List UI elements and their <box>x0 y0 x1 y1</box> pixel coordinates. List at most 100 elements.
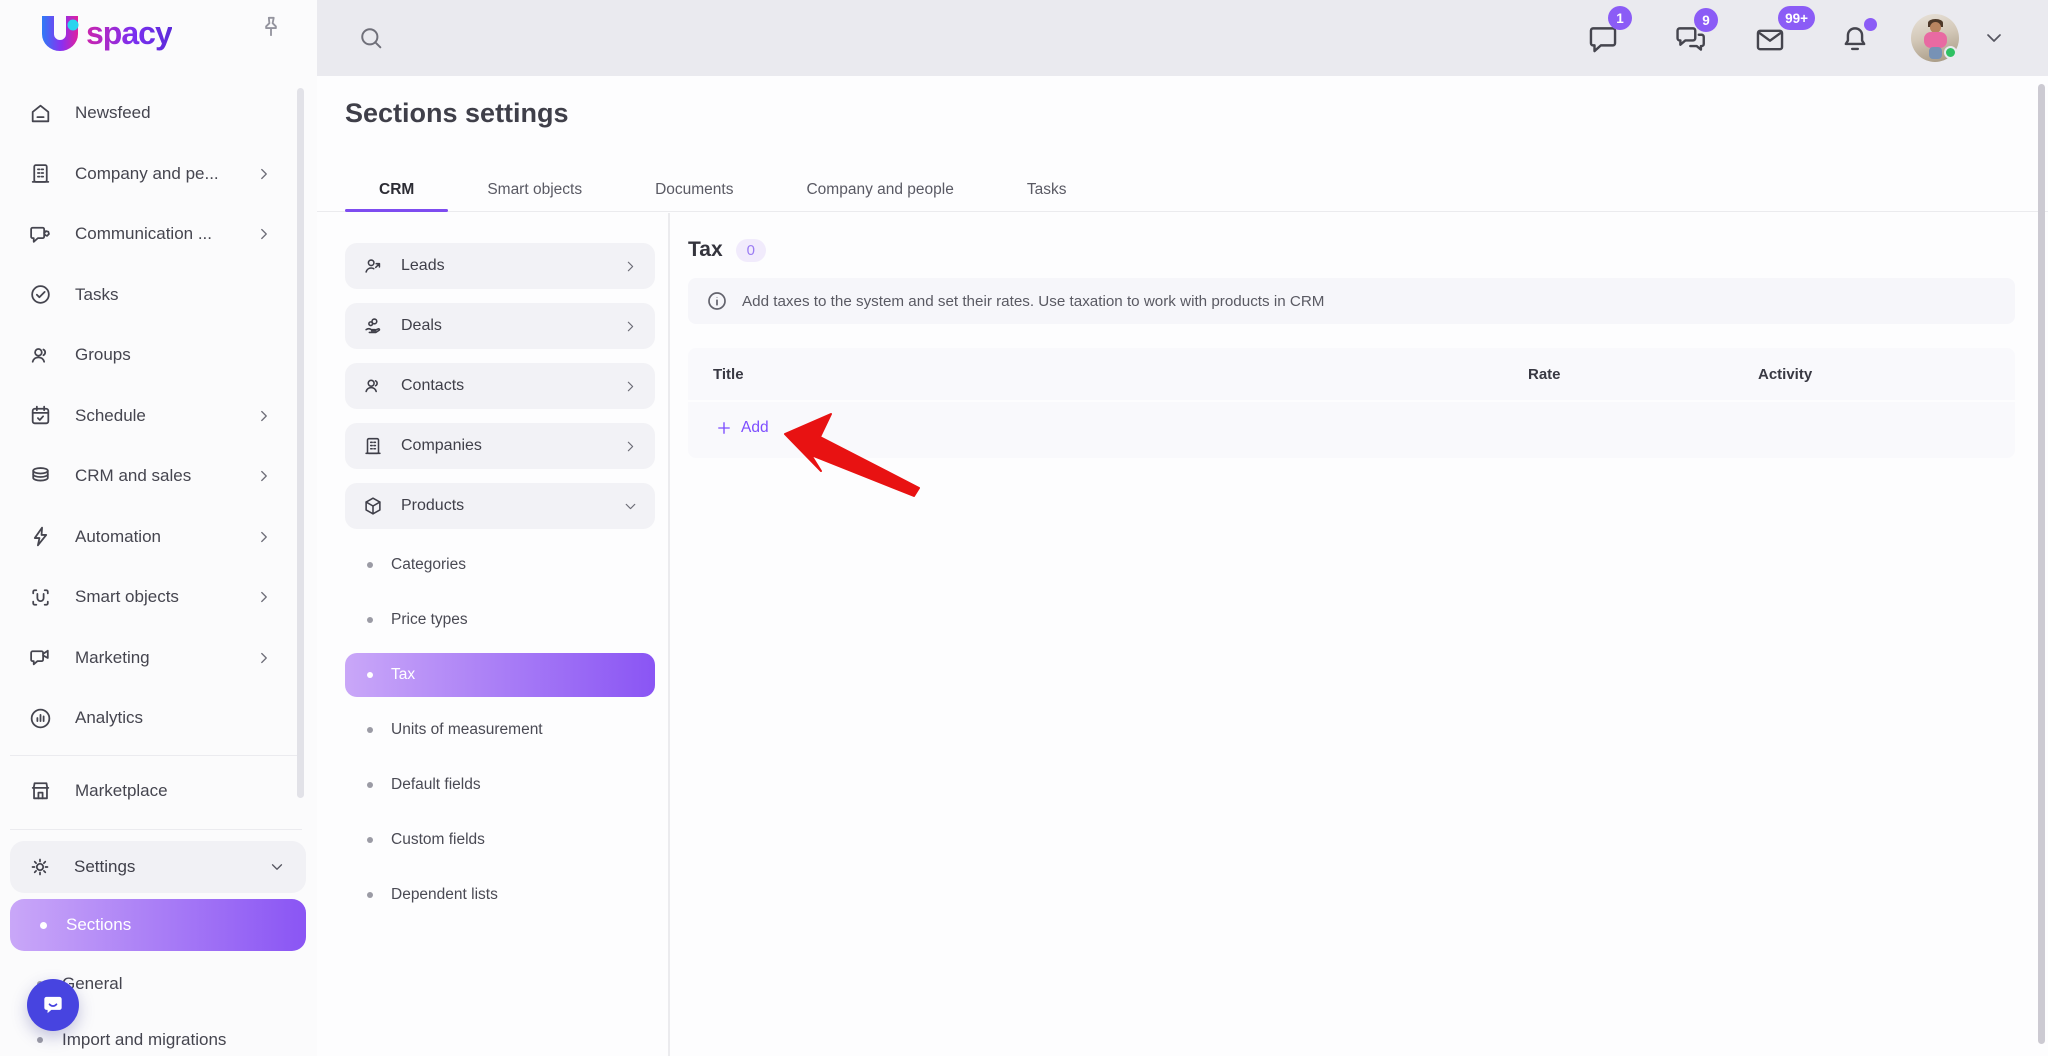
sidebar-item-label: Groups <box>75 345 131 365</box>
sidebar-item-crm-and-sales[interactable]: CRM and sales <box>0 446 317 507</box>
sidebar-item-marketing[interactable]: Marketing <box>0 628 317 689</box>
messages-badge: 1 <box>1608 6 1632 30</box>
settings-tabs: CRM Smart objects Documents Company and … <box>317 168 2048 212</box>
subnav-item-price-types[interactable]: Price types <box>345 598 655 642</box>
subnav-item-label: Deals <box>401 317 442 334</box>
sidebar-item-label: Analytics <box>75 708 144 728</box>
chevron-right-icon <box>622 378 639 395</box>
bullet-dot <box>367 837 373 843</box>
sidebar-item-label: Company and pe... <box>75 163 219 183</box>
support-chat-button[interactable] <box>27 979 79 1031</box>
tab-crm[interactable]: CRM <box>345 168 449 212</box>
search-icon[interactable] <box>357 24 385 52</box>
column-header-rate: Rate <box>1528 365 1561 383</box>
tab-smart-objects[interactable]: Smart objects <box>453 168 616 211</box>
sidebar-scrollbar[interactable] <box>297 88 304 798</box>
building-icon <box>28 161 53 186</box>
subnav-item-deals[interactable]: Deals <box>345 303 655 349</box>
subnav-item-leads[interactable]: Leads <box>345 243 655 289</box>
sidebar-item-marketplace[interactable]: Marketplace <box>0 762 317 819</box>
chevron-right-icon <box>255 467 273 485</box>
bullet-dot <box>367 562 373 568</box>
subnav-item-default-fields[interactable]: Default fields <box>345 763 655 807</box>
uspacy-logo-mark-icon <box>38 12 84 54</box>
chevron-right-icon <box>255 225 273 243</box>
subnav-item-dependent-lists[interactable]: Dependent lists <box>345 873 655 917</box>
sidebar-item-label: Automation <box>75 526 161 546</box>
bullet-dot <box>367 672 373 678</box>
plus-icon <box>716 420 732 436</box>
tab-company-and-people[interactable]: Company and people <box>772 168 987 211</box>
tab-documents[interactable]: Documents <box>621 168 767 211</box>
subnav-item-units-of-measurement[interactable]: Units of measurement <box>345 708 655 752</box>
count-badge: 0 <box>735 238 766 262</box>
subnav-item-contacts[interactable]: Contacts <box>345 363 655 409</box>
deal-icon <box>362 315 384 337</box>
sidebar-item-sections-selected[interactable]: Sections <box>10 899 306 951</box>
chevron-right-icon <box>622 318 639 335</box>
page-scrollbar[interactable] <box>2038 84 2045 1044</box>
sidebar-item-label: Settings <box>74 857 136 876</box>
column-header-title: Title <box>713 365 744 383</box>
content-area: Sections settings CRM Smart objects Docu… <box>317 76 2048 1056</box>
chevron-down-icon <box>622 498 639 515</box>
scan-u-icon <box>28 585 53 610</box>
section-heading: Tax <box>688 238 723 261</box>
chevron-right-icon <box>622 438 639 455</box>
sidebar-item-analytics[interactable]: Analytics <box>0 688 317 749</box>
bullet-dot <box>367 782 373 788</box>
chat-bubble-icon <box>44 996 62 1014</box>
chevron-right-icon <box>622 258 639 275</box>
group-chats-button[interactable]: 9 <box>1674 8 1718 56</box>
sidebar-item-groups[interactable]: Groups <box>0 325 317 386</box>
database-icon <box>28 464 53 489</box>
notification-dot <box>1864 18 1877 31</box>
storefront-icon <box>28 778 53 803</box>
calendar-icon <box>28 403 53 428</box>
info-banner: Add taxes to the system and set their ra… <box>688 278 2015 324</box>
subnav-item-categories[interactable]: Categories <box>345 543 655 587</box>
subnav-item-companies[interactable]: Companies <box>345 423 655 469</box>
subnav-item-products[interactable]: Products <box>345 483 655 529</box>
bullet-dot <box>37 1037 43 1043</box>
sidebar-item-communication[interactable]: Communication ... <box>0 204 317 265</box>
sidebar-item-newsfeed[interactable]: Newsfeed <box>0 83 317 144</box>
profile-chevron-down-icon[interactable] <box>1982 26 2006 50</box>
subnav-item-custom-fields[interactable]: Custom fields <box>345 818 655 862</box>
sidebar-item-settings[interactable]: Settings <box>10 841 306 893</box>
subnav-item-tax-selected[interactable]: Tax <box>345 653 655 697</box>
subnav-item-label: Categories <box>391 556 466 573</box>
sidebar-item-label: Newsfeed <box>75 103 151 123</box>
sidebar-item-label: Smart objects <box>75 587 179 607</box>
sidebar-item-schedule[interactable]: Schedule <box>0 386 317 447</box>
info-icon <box>707 291 727 311</box>
sidebar-item-smart-objects[interactable]: Smart objects <box>0 567 317 628</box>
add-tax-button[interactable]: Add <box>688 402 2015 454</box>
pin-sidebar-icon[interactable] <box>258 14 284 40</box>
sidebar-divider <box>10 755 302 756</box>
contacts-icon <box>362 375 384 397</box>
sidebar-item-label: Marketing <box>75 647 150 667</box>
panel-divider <box>668 213 670 1056</box>
column-header-activity: Activity <box>1758 365 1813 383</box>
uspacy-logo[interactable]: spacy <box>38 12 173 54</box>
sidebar-item-company-and-people[interactable]: Company and pe... <box>0 144 317 205</box>
chevron-down-icon <box>268 858 286 876</box>
crm-subnav: Leads Deals Contacts Companies Products <box>345 243 655 928</box>
mail-button[interactable]: 99+ <box>1753 6 1815 57</box>
sidebar-item-tasks[interactable]: Tasks <box>0 265 317 326</box>
subnav-item-label: Default fields <box>391 776 481 793</box>
tab-tasks[interactable]: Tasks <box>993 168 1101 211</box>
app-window: spacy Newsfeed Company and pe... Communi… <box>0 0 2048 1056</box>
notifications-button[interactable] <box>1838 18 1877 56</box>
sidebar-item-automation[interactable]: Automation <box>0 507 317 568</box>
gear-icon <box>28 855 52 879</box>
main-sidebar: spacy Newsfeed Company and pe... Communi… <box>0 0 317 1056</box>
group-chats-badge: 9 <box>1694 8 1718 32</box>
sidebar-item-label: Schedule <box>75 405 146 425</box>
sidebar-item-label: Import and migrations <box>62 1030 227 1049</box>
messages-button[interactable]: 1 <box>1586 6 1632 56</box>
sidebar-item-label: Sections <box>66 915 132 934</box>
package-icon <box>362 495 384 517</box>
chevron-right-icon <box>255 165 273 183</box>
